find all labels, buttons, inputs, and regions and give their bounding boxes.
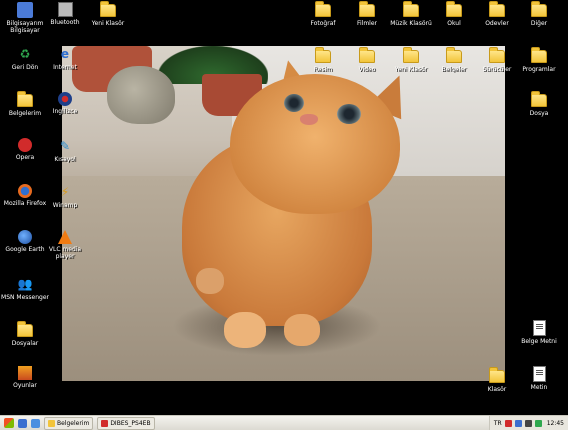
folder-icon: [359, 46, 375, 64]
folder-icon: [17, 320, 33, 338]
bluetooth-icon: [57, 2, 73, 17]
computer-icon: [17, 2, 33, 18]
cat-paw: [196, 268, 224, 294]
flag-uk-icon: [58, 92, 72, 106]
desktop-icon-folder-tr-1[interactable]: Fotoğraf: [298, 0, 348, 40]
folder-icon: [48, 419, 55, 427]
document-icon: [531, 320, 547, 336]
icon-label: Winamp: [52, 202, 78, 209]
icon-label: Belge Metni: [521, 338, 557, 345]
desktop-icon-folder-tr-6[interactable]: Diğer: [514, 0, 564, 40]
start-button[interactable]: [4, 418, 14, 428]
folder-icon: [100, 0, 116, 18]
icon-label: Fotoğraf: [310, 20, 336, 27]
clock[interactable]: 12:45: [547, 420, 564, 427]
taskbar-button-folder[interactable]: Belgelerim: [44, 416, 94, 430]
network-icon[interactable]: [514, 419, 522, 427]
icon-label: Klasör: [487, 386, 507, 393]
folder-icon: [446, 46, 462, 64]
desktop-icon-folder-tr-2[interactable]: Filmler: [342, 0, 392, 40]
desktop-icon-vlc[interactable]: VLC media player: [40, 230, 90, 268]
desktop-icon-game[interactable]: Oyunlar: [0, 366, 50, 404]
taskbar: Belgelerim DIBES_PS4EB TR 12:45: [0, 415, 568, 430]
app-icon: [101, 419, 109, 427]
icon-label: Dosya: [529, 110, 549, 117]
desktop-icon-english[interactable]: İngilizce: [40, 92, 90, 130]
desktop-icon-shortcut[interactable]: ✎ Kısayol: [40, 138, 90, 176]
game-icon: [18, 366, 32, 380]
language-indicator[interactable]: TR: [494, 420, 502, 427]
icon-label: Filmler: [356, 20, 378, 27]
folder-icon: [531, 0, 547, 18]
system-tray: TR 12:45: [488, 416, 568, 430]
messenger-icon: 👥: [17, 277, 33, 291]
documents-icon: [17, 90, 33, 108]
desktop-icon-folder-top[interactable]: Yeni Klasör: [83, 0, 133, 40]
icon-label: Dosyalar: [11, 340, 39, 347]
wallpaper-cat-photo: [62, 46, 505, 381]
cat-head: [230, 74, 400, 214]
desktop: Bilgisayarım Bilgisayar ♻ Geri Dön Belge…: [0, 0, 568, 415]
security-icon[interactable]: [534, 419, 542, 427]
desktop-icon-folder[interactable]: Dosyalar: [0, 320, 50, 360]
folder-icon: [403, 0, 419, 18]
folder-icon: [489, 366, 505, 384]
desktop-icon-doc-right-1[interactable]: Belge Metni: [514, 320, 564, 358]
volume-icon[interactable]: [524, 419, 532, 427]
quicklaunch-email-icon[interactable]: [18, 418, 27, 428]
desktop-icon-ie[interactable]: e İnternet: [40, 46, 90, 84]
folder-icon: [489, 46, 505, 64]
desktop-icon-msn[interactable]: 👥 MSN Messenger: [0, 276, 50, 314]
folder-icon: [403, 46, 419, 64]
folder-icon: [315, 46, 331, 64]
app-icon: ✎: [59, 139, 71, 153]
vlc-icon: [58, 230, 72, 244]
icon-label: İngilizce: [52, 108, 78, 115]
taskbar-button-app[interactable]: DIBES_PS4EB: [97, 416, 155, 430]
desktop-icon-folder-bottom-right[interactable]: Klasör: [472, 366, 522, 406]
desktop-icon-winamp[interactable]: ⚡ Winamp: [40, 184, 90, 222]
icon-label: Oyunlar: [13, 382, 37, 389]
desktop-icon-folder-r2-6[interactable]: Programlar: [514, 46, 564, 86]
firefox-icon: [18, 184, 32, 198]
task-label: DIBES_PS4EB: [110, 419, 151, 427]
icon-label: Kısayol: [54, 156, 76, 163]
cat-eye: [284, 94, 304, 112]
folder-icon: [531, 46, 547, 64]
document-icon: [531, 366, 547, 382]
cat-eye: [337, 104, 361, 124]
winamp-icon: ⚡: [60, 185, 70, 199]
icon-label: Yeni Klasör: [91, 20, 125, 27]
cat-paw: [224, 312, 266, 348]
icon-label: İnternet: [53, 64, 77, 71]
folder-icon: [446, 0, 462, 18]
ie-icon: e: [60, 47, 70, 61]
cat-nose: [300, 114, 318, 125]
desktop-icon-folder-r3[interactable]: Dosya: [514, 90, 564, 130]
recycle-bin-icon: ♻: [19, 47, 31, 61]
wallpaper-rock: [107, 66, 175, 124]
desktop-icon-folder-r2-2[interactable]: Video: [342, 46, 392, 86]
opera-icon: [18, 138, 32, 152]
antivirus-icon[interactable]: [504, 419, 512, 427]
task-label: Belgelerim: [57, 419, 90, 427]
folder-icon: [489, 0, 505, 18]
quicklaunch-mail-icon[interactable]: [31, 418, 40, 428]
folder-icon: [531, 90, 547, 108]
globe-icon: [18, 230, 32, 244]
cat-paw: [284, 314, 320, 346]
icon-label: MSN Messenger: [1, 294, 49, 301]
icon-label: VLC media player: [48, 246, 82, 260]
icon-label: Video: [358, 66, 376, 73]
folder-icon: [359, 0, 375, 18]
icon-label: Resim: [313, 66, 333, 73]
folder-icon: [315, 0, 331, 18]
icon-label: Diğer: [530, 20, 548, 27]
icon-label: Programlar: [522, 66, 556, 73]
desktop-icon-folder-r2-1[interactable]: Resim: [298, 46, 348, 86]
